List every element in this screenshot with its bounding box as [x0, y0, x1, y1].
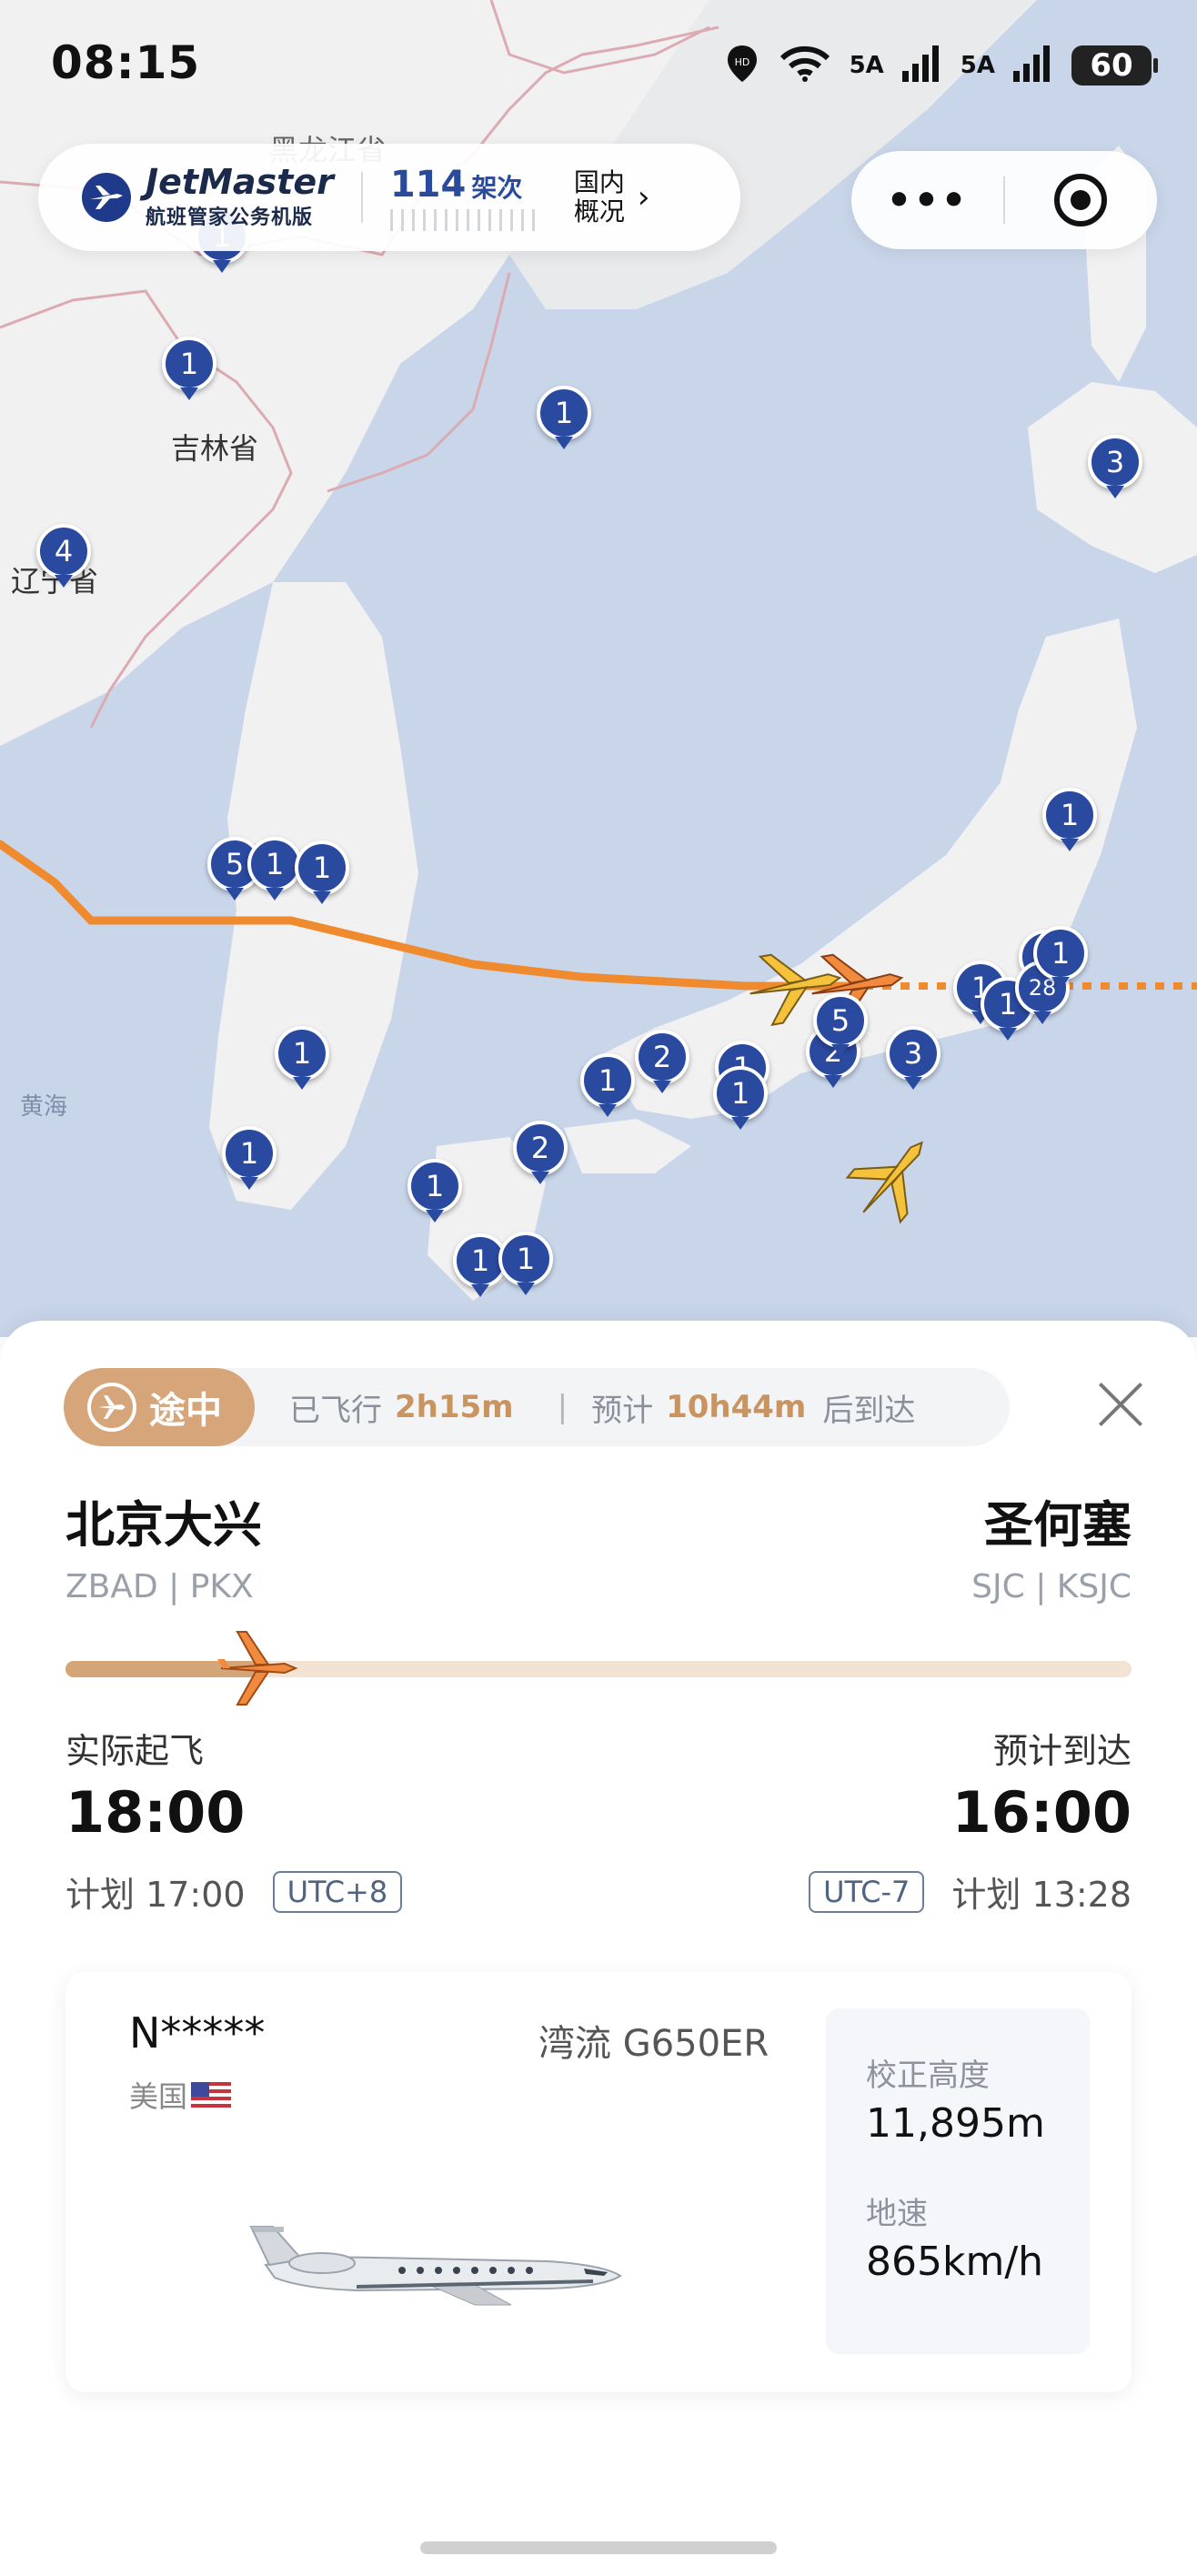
cluster-pin[interactable]: 1 — [1042, 788, 1097, 842]
target-icon — [1054, 174, 1108, 226]
departure-time: 18:00 — [65, 1779, 246, 1846]
eta-suffix: 后到达 — [822, 1392, 916, 1429]
destination-code: SJC | KSJC — [971, 1568, 1132, 1605]
count-sparkline — [389, 209, 536, 231]
chevron-right-icon: › — [637, 179, 650, 216]
miniprogram-capsule: ••• — [851, 151, 1157, 249]
us-flag-icon — [191, 2082, 232, 2108]
departure-label: 实际起飞 — [65, 1731, 205, 1771]
domestic-label-line2: 概况 — [573, 196, 625, 226]
departure-planned: 计划 17:00 — [65, 1875, 246, 1915]
eta-value: 10h44m — [666, 1389, 807, 1425]
flight-count-unit: 架次 — [471, 173, 523, 203]
flight-detail-sheet: 途中 已飞行 2h15m | 预计 10h44m 后到达 北京大兴 圣何塞 ZB… — [0, 1321, 1197, 2576]
cluster-pin[interactable]: 1 — [247, 837, 302, 891]
cluster-pin[interactable]: 1 — [222, 1126, 277, 1181]
flight-progress-bar — [65, 1631, 1132, 1706]
aircraft-image — [249, 2226, 622, 2306]
country-label: 美国 — [129, 2079, 188, 2114]
cluster-pin[interactable]: 1 — [295, 840, 349, 895]
signal-5a-label: 5A — [849, 52, 884, 79]
cluster-pin[interactable]: 1 — [275, 1026, 329, 1081]
battery-icon: 60 — [1071, 45, 1158, 86]
flight-stats-panel: 校正高度 11,895m 地速 865km/h — [826, 2008, 1090, 2354]
altitude-value: 11,895m — [866, 2100, 1045, 2147]
aircraft-card[interactable]: N***** 美国 湾流 G650ER 校正高度 11,895m 地速 865k… — [65, 1972, 1132, 2392]
eta-label: 预计 — [591, 1392, 654, 1429]
cluster-pin[interactable]: 3 — [1088, 435, 1142, 489]
flight-count[interactable]: 114 架次 — [389, 164, 536, 231]
wifi-icon — [779, 45, 831, 86]
aircraft-registration: N***** — [129, 2008, 266, 2058]
signal-bars-icon — [1013, 45, 1053, 86]
location-icon: HD — [724, 44, 760, 87]
cluster-pin[interactable]: 1 — [580, 1053, 635, 1108]
cluster-pin[interactable]: 1 — [162, 337, 216, 391]
ground-speed-value: 865km/h — [866, 2239, 1044, 2285]
svg-text:HD: HD — [734, 56, 749, 68]
divider — [360, 172, 363, 223]
arrival-label: 预计到达 — [992, 1731, 1132, 1771]
status-label: 途中 — [149, 1390, 222, 1432]
status-time: 08:15 — [51, 36, 201, 89]
airplane-icon — [87, 1383, 136, 1432]
cluster-pin[interactable]: 2 — [513, 1121, 568, 1175]
flight-count-number: 114 — [389, 164, 467, 206]
separator: | — [557, 1389, 568, 1425]
close-miniprogram-button[interactable] — [1005, 171, 1157, 229]
aircraft-country: 美国 — [129, 2074, 232, 2116]
cluster-pin[interactable]: 1 — [537, 386, 591, 440]
jetmaster-logo-icon — [82, 173, 131, 222]
status-badge: 途中 — [64, 1368, 255, 1446]
brand-subtitle: 航班管家公务机版 — [146, 206, 314, 229]
signal-5a-label: 5A — [960, 52, 995, 79]
arrival-planned: 计划 13:28 — [951, 1875, 1132, 1915]
cluster-pin[interactable]: 1 — [713, 1066, 768, 1121]
cluster-pin[interactable]: 4 — [36, 524, 91, 579]
brand-name: JetMaster — [146, 162, 334, 203]
arrival-time: 16:00 — [951, 1779, 1132, 1846]
arrival-timezone-badge: UTC-7 — [809, 1870, 925, 1913]
cluster-pin[interactable]: 1 — [407, 1159, 462, 1213]
origin-city: 北京大兴 — [65, 1496, 262, 1554]
map-label-yellow-sea: 黄海 — [20, 1093, 68, 1121]
ground-speed-label: 地速 — [866, 2196, 928, 2232]
cluster-pin[interactable]: 2 — [635, 1030, 689, 1084]
flight-status-row: 途中 已飞行 2h15m | 预计 10h44m 后到达 — [64, 1368, 1010, 1446]
airplane-icon — [216, 1631, 298, 1706]
aircraft-model: 湾流 G650ER — [538, 2023, 770, 2065]
domestic-label-line1: 国内 — [573, 166, 625, 197]
flown-value: 2h15m — [395, 1389, 514, 1425]
cluster-pin[interactable]: 1 — [1033, 926, 1088, 981]
status-icons: HD 5A 5A 60 — [724, 44, 1158, 87]
cluster-pin[interactable]: 1 — [498, 1232, 553, 1286]
origin-code: ZBAD | PKX — [65, 1568, 254, 1605]
domestic-overview-link[interactable]: 国内 概况 — [573, 166, 625, 226]
cluster-pin[interactable]: 3 — [886, 1026, 940, 1081]
brand-bar[interactable]: JetMaster 航班管家公务机版 114 架次 国内 概况 › — [38, 144, 740, 251]
cluster-pin[interactable]: 5 — [813, 993, 868, 1048]
flown-label: 已飞行 — [289, 1392, 382, 1429]
departure-schedule: 计划 17:00 UTC+8 — [65, 1867, 403, 1917]
altitude-label: 校正高度 — [866, 2058, 990, 2094]
arrival-schedule: UTC-7 计划 13:28 — [809, 1867, 1132, 1917]
signal-bars-icon — [901, 45, 942, 86]
departure-timezone-badge: UTC+8 — [272, 1870, 403, 1913]
more-button[interactable]: ••• — [851, 177, 1003, 224]
destination-city: 圣何塞 — [984, 1496, 1132, 1554]
map-label-jilin: 吉林省 — [171, 431, 259, 466]
home-indicator[interactable] — [420, 2541, 777, 2554]
close-icon[interactable] — [1091, 1377, 1146, 1432]
map-view[interactable]: 黑龙江省 吉林省 辽宁省 黄海 1 1 1 4 3 5 1 1 1 1 1 1 … — [0, 0, 1197, 1337]
